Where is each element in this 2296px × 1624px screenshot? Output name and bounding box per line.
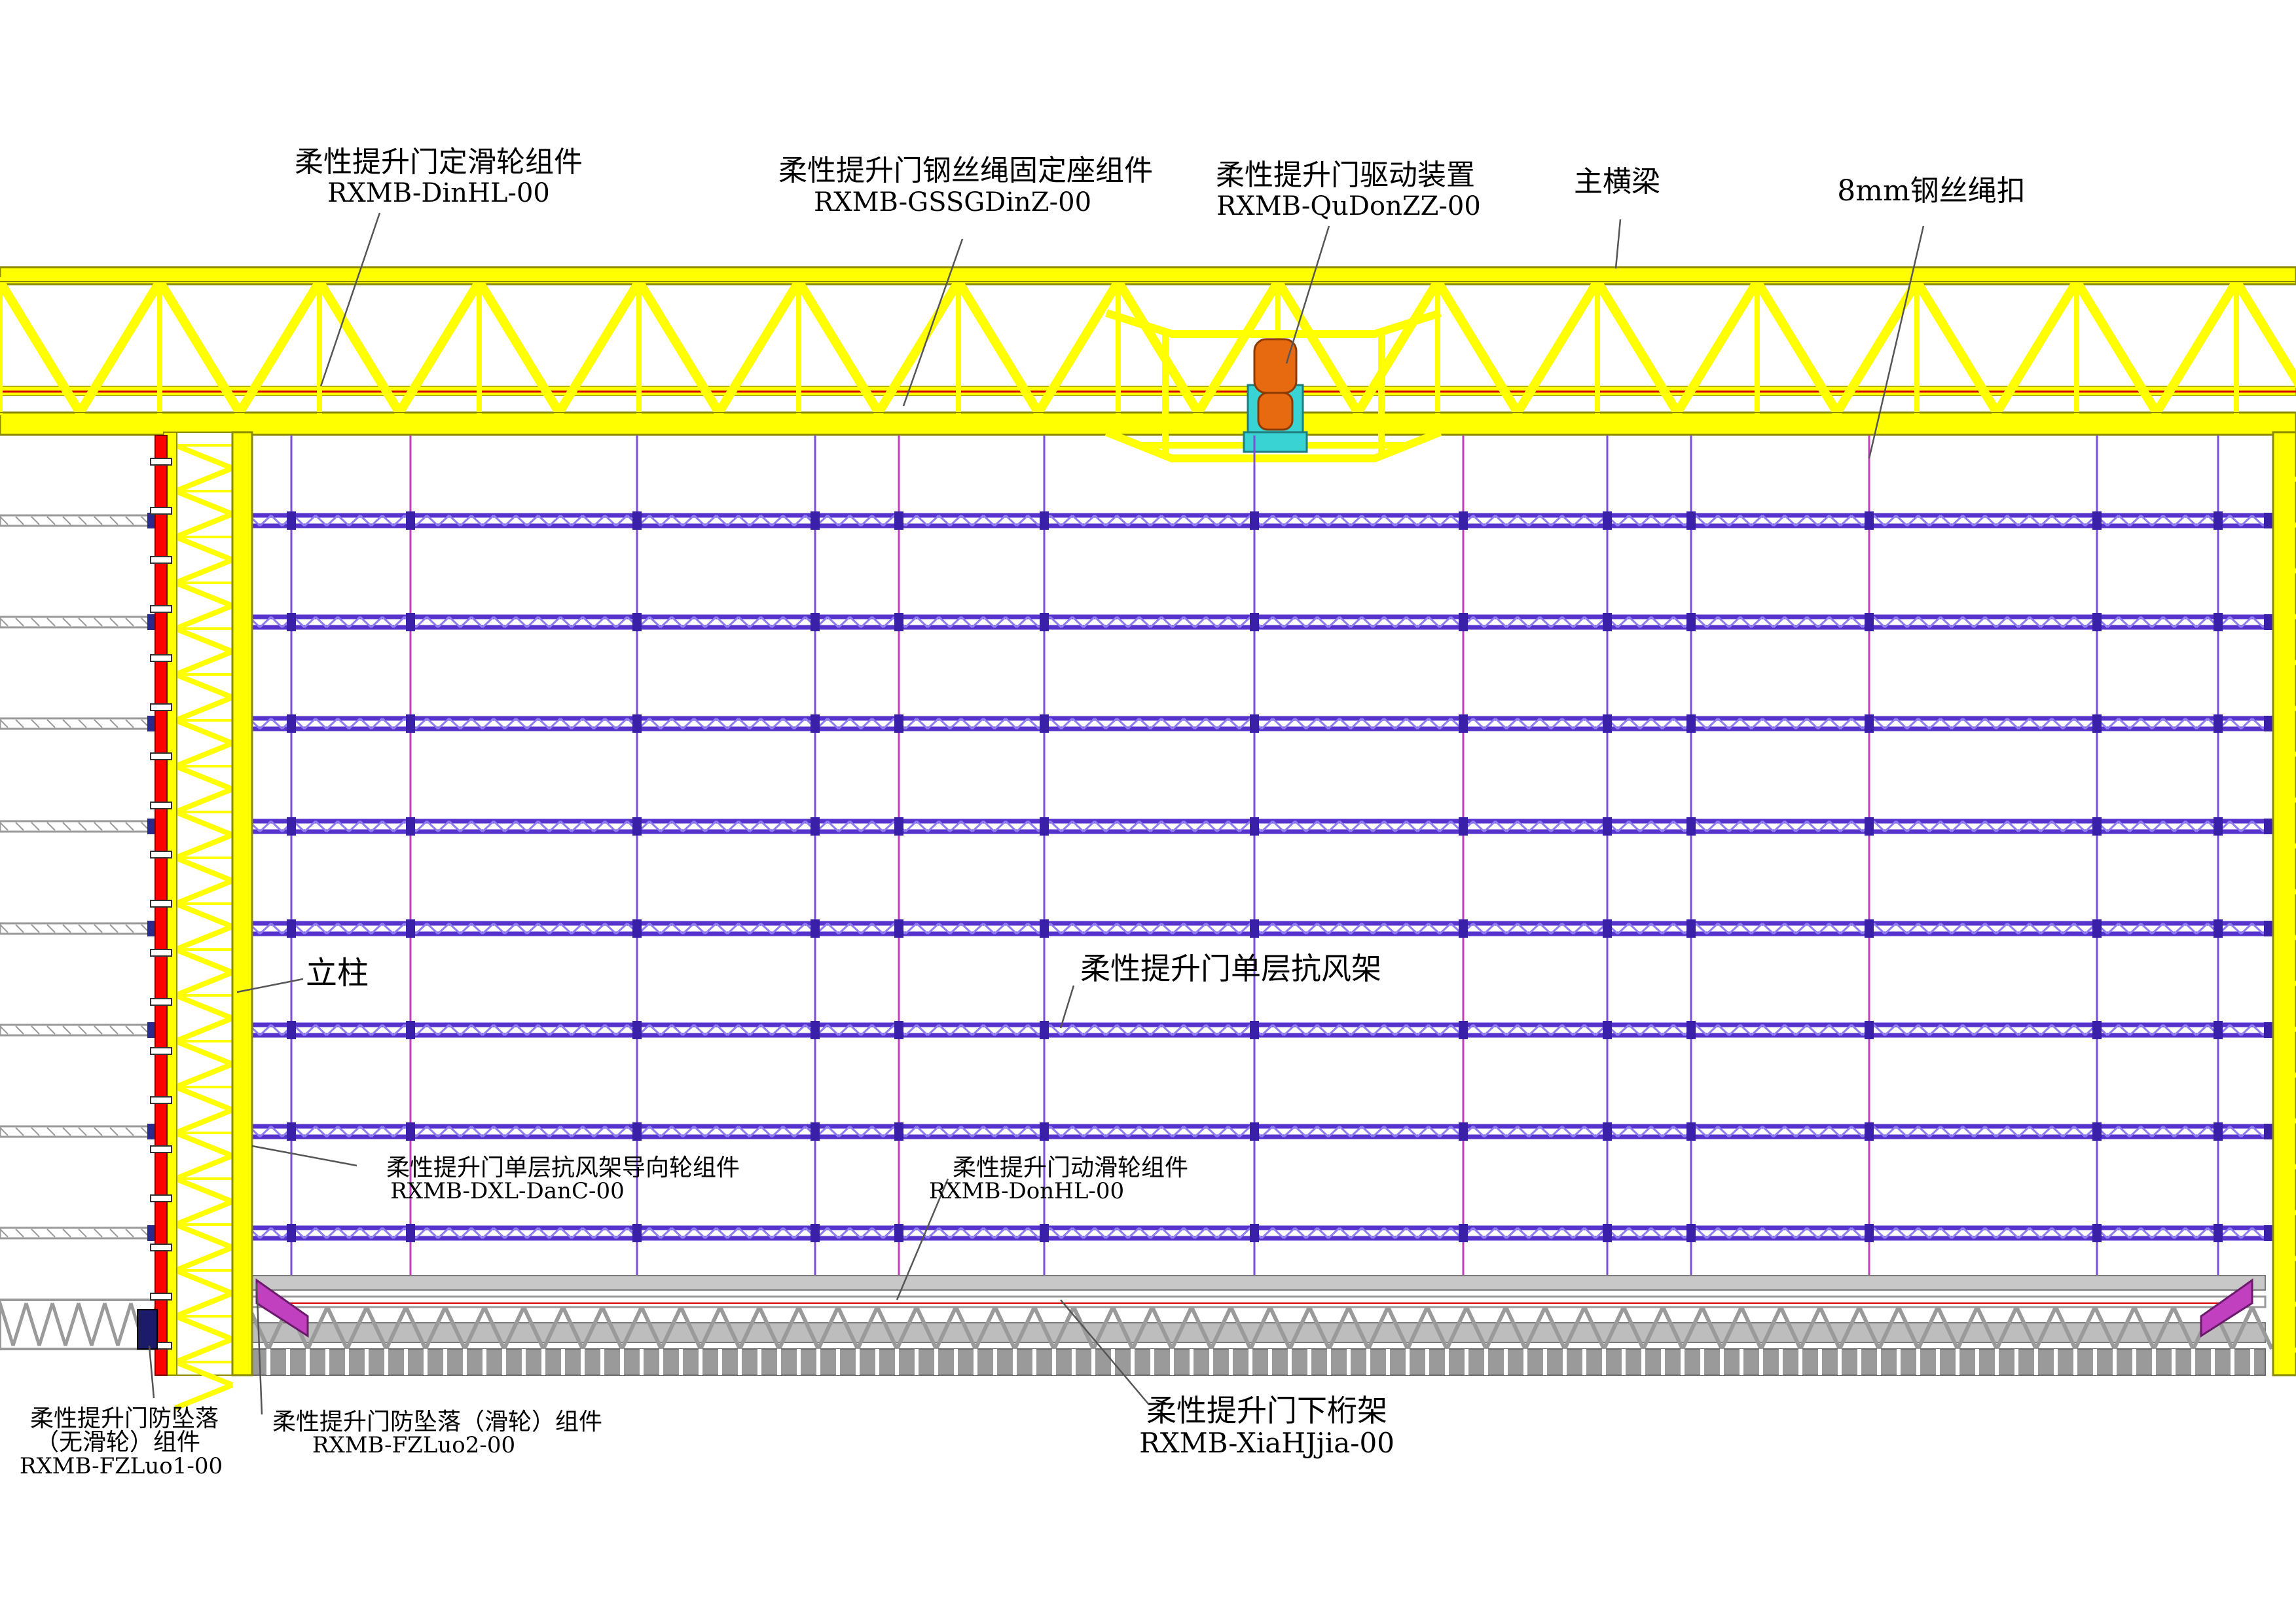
label-moving-pulley-code: RXMB-DonHL-00 bbox=[929, 1178, 1124, 1204]
adjacent-shelf bbox=[0, 513, 156, 528]
left-adjacent-bay bbox=[0, 513, 159, 1350]
label-guide-wheel-name: 柔性提升门单层抗风架导向轮组件 bbox=[386, 1154, 740, 1181]
left-column bbox=[137, 431, 253, 1411]
rail-bracket bbox=[150, 1145, 172, 1153]
rail-bracket bbox=[150, 851, 172, 858]
rail-bracket bbox=[150, 654, 172, 662]
rail-bracket bbox=[150, 1194, 172, 1202]
rail-bracket bbox=[150, 458, 172, 466]
adjacent-shelf bbox=[0, 819, 156, 834]
label-anti-fall-no-pulley-line1: 柔性提升门防坠落 bbox=[30, 1405, 219, 1432]
rail-bracket bbox=[150, 1096, 172, 1104]
wind-resistant-frames bbox=[244, 511, 2276, 1242]
wind-frame bbox=[244, 919, 2276, 938]
wind-frame bbox=[244, 1021, 2276, 1039]
rail-bracket bbox=[150, 605, 172, 613]
wind-frame bbox=[244, 613, 2276, 631]
label-main-beam: 主横梁 bbox=[1574, 165, 1660, 198]
rail-bracket bbox=[150, 703, 172, 711]
rail-bracket bbox=[150, 1047, 172, 1055]
main-beam-truss bbox=[0, 266, 2296, 436]
rail-bracket bbox=[150, 752, 172, 760]
drive-unit bbox=[1243, 338, 1308, 453]
label-bottom-truss-name: 柔性提升门下桁架 bbox=[1146, 1393, 1387, 1428]
label-fixed-pulley-code: RXMB-DinHL-00 bbox=[327, 178, 550, 208]
label-guide-wheel-code: RXMB-DXL-DanC-00 bbox=[390, 1178, 624, 1204]
right-column bbox=[2272, 431, 2296, 1376]
label-drive-unit-code: RXMB-QuDonZZ-00 bbox=[1216, 191, 1481, 221]
wind-frame bbox=[244, 1224, 2276, 1242]
wind-frame bbox=[244, 1122, 2276, 1141]
left-adjacent-bottom-truss bbox=[0, 1299, 159, 1350]
rail-bracket bbox=[150, 802, 172, 809]
bottom-truss bbox=[247, 1275, 2293, 1376]
door-assembly-drawing: 柔性提升门定滑轮组件 RXMB-DinHL-00 柔性提升门钢丝绳固定座组件 R… bbox=[0, 145, 2296, 1479]
wind-frame bbox=[244, 511, 2276, 530]
rail-bracket bbox=[150, 1244, 172, 1251]
adjacent-shelf bbox=[0, 921, 156, 936]
adjacent-shelf bbox=[0, 614, 156, 630]
label-drive-unit-name: 柔性提升门驱动装置 bbox=[1216, 158, 1475, 192]
label-rope-clip: 8mm钢丝绳扣 bbox=[1837, 174, 2025, 208]
label-anti-fall-no-pulley-line2: （无滑轮）组件 bbox=[35, 1429, 200, 1456]
label-fixed-pulley-name: 柔性提升门定滑轮组件 bbox=[295, 145, 583, 179]
adjacent-shelf bbox=[0, 1124, 156, 1139]
label-column: 立柱 bbox=[306, 955, 369, 991]
rail-bracket bbox=[150, 507, 172, 515]
label-rope-anchor-code: RXMB-GSSGDinZ-00 bbox=[814, 187, 1091, 217]
label-anti-fall-pulley-name: 柔性提升门防坠落（滑轮）组件 bbox=[272, 1409, 602, 1435]
adjacent-shelf bbox=[0, 1022, 156, 1038]
rail-bracket bbox=[150, 900, 172, 908]
adjacent-shelf bbox=[0, 1225, 156, 1241]
anti-fall-no-pulley bbox=[137, 1309, 158, 1350]
wind-frame bbox=[244, 714, 2276, 733]
label-bottom-truss-code: RXMB-XiaHJjia-00 bbox=[1139, 1427, 1394, 1459]
rail-bracket bbox=[150, 998, 172, 1006]
wind-frame bbox=[244, 817, 2276, 836]
label-rope-anchor-name: 柔性提升门钢丝绳固定座组件 bbox=[778, 154, 1153, 187]
label-anti-fall-pulley-code: RXMB-FZLuo2-00 bbox=[312, 1432, 515, 1458]
label-moving-pulley-name: 柔性提升门动滑轮组件 bbox=[953, 1154, 1188, 1181]
left-adjacent-shelves bbox=[0, 513, 156, 1241]
adjacent-shelf bbox=[0, 716, 156, 731]
rail-bracket bbox=[150, 1293, 172, 1301]
rail-bracket bbox=[150, 949, 172, 957]
label-wind-frame: 柔性提升门单层抗风架 bbox=[1080, 951, 1381, 986]
label-anti-fall-no-pulley-code: RXMB-FZLuo1-00 bbox=[20, 1453, 223, 1479]
rail-bracket bbox=[150, 556, 172, 564]
